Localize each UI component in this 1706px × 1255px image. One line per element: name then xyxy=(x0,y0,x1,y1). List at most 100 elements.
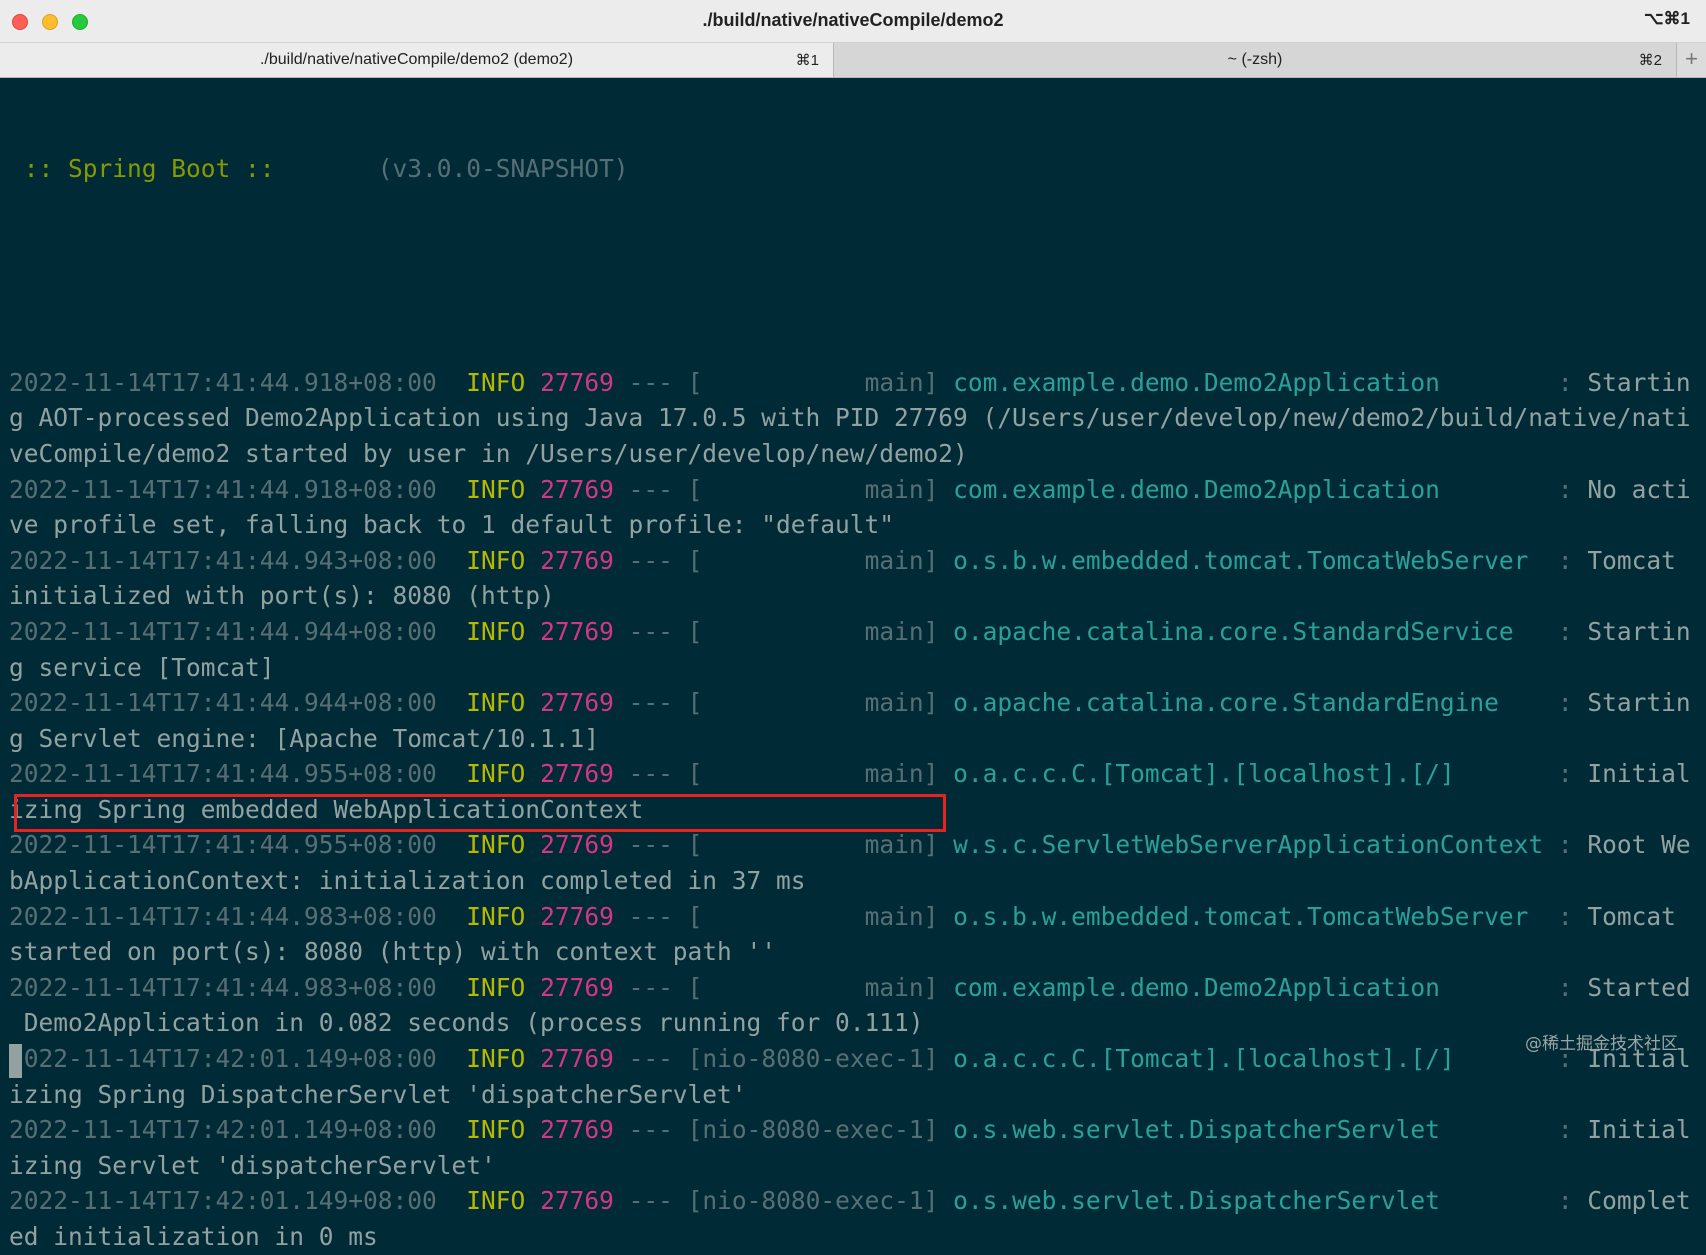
log-continuation: initialized with port(s): 8080 (http) xyxy=(9,578,1699,614)
log-continuation: bApplicationContext: initialization comp… xyxy=(9,863,1699,899)
log-entry: 2022-11-14T17:41:44.918+08:00 INFO 27769… xyxy=(9,365,1699,401)
log-separator: --- [ xyxy=(613,901,703,931)
log-entry: 2022-11-14T17:42:01.149+08:00 INFO 27769… xyxy=(9,1112,1699,1148)
log-level: INFO xyxy=(466,688,526,718)
new-tab-button[interactable]: + xyxy=(1677,43,1706,77)
log-separator: --- [ xyxy=(613,688,703,718)
log-separator: --- [ xyxy=(613,1186,703,1216)
log-entry: 2022-11-14T17:41:44.955+08:00 INFO 27769… xyxy=(9,827,1699,863)
log-entry: 2022-11-14T17:42:01.149+08:00 INFO 27769… xyxy=(9,1183,1699,1219)
log-continuation: g Servlet engine: [Apache Tomcat/10.1.1] xyxy=(9,721,1699,757)
log-entry: 2022-11-14T17:41:44.918+08:00 INFO 27769… xyxy=(9,472,1699,508)
log-thread: main] xyxy=(702,972,939,1002)
log-level: INFO xyxy=(466,545,526,575)
log-entry: 2022-11-14T17:41:44.983+08:00 INFO 27769… xyxy=(9,970,1699,1006)
log-timestamp: 2022-11-14T17:42:01.149+08:00 xyxy=(9,1044,437,1074)
banner-version: (v3.0.0-SNAPSHOT) xyxy=(289,154,629,184)
log-message-head: Startin xyxy=(1587,688,1691,718)
log-separator: --- [ xyxy=(613,972,703,1002)
banner-name: :: Spring Boot :: xyxy=(9,154,290,184)
terminal-window: ./build/native/nativeCompile/demo2 ⌥⌘1 .… xyxy=(0,0,1706,1251)
log-separator: --- [ xyxy=(613,1115,703,1145)
log-separator: --- [ xyxy=(613,616,703,646)
log-pid: 27769 xyxy=(540,972,614,1002)
log-message-head: Initial xyxy=(1587,759,1691,789)
log-message-head: Tomcat xyxy=(1587,901,1691,931)
log-continuation: veCompile/demo2 started by user in /User… xyxy=(9,436,1699,472)
log-entry: 2022-11-14T17:41:44.944+08:00 INFO 27769… xyxy=(9,685,1699,721)
log-level: INFO xyxy=(466,1186,526,1216)
log-thread: main] xyxy=(702,367,939,397)
log-entry: 2022-11-14T17:41:44.943+08:00 INFO 27769… xyxy=(9,543,1699,579)
log-message-tail: ed initialization in 0 ms xyxy=(9,1222,378,1251)
log-level: INFO xyxy=(466,1044,526,1074)
log-level: INFO xyxy=(466,830,526,860)
log-continuation: ve profile set, falling back to 1 defaul… xyxy=(9,507,1699,543)
highlight-annotation xyxy=(14,794,946,832)
tab-bar: ./build/native/nativeCompile/demo2 (demo… xyxy=(0,43,1706,78)
log-level: INFO xyxy=(466,759,526,789)
log-logger: com.example.demo.Demo2Application xyxy=(953,367,1440,397)
log-pid: 27769 xyxy=(540,545,614,575)
log-continuation: Demo2Application in 0.082 seconds (proce… xyxy=(9,1005,1699,1041)
title-bar: ./build/native/nativeCompile/demo2 ⌥⌘1 xyxy=(0,0,1706,43)
log-message-tail: ve profile set, falling back to 1 defaul… xyxy=(9,510,895,540)
log-timestamp: 2022-11-14T17:41:44.955+08:00 xyxy=(9,759,437,789)
log-level: INFO xyxy=(466,474,526,504)
log-message-head: Tomcat xyxy=(1587,545,1691,575)
log-level: INFO xyxy=(466,367,526,397)
log-thread: nio-8080-exec-1] xyxy=(702,1115,939,1145)
log-pad: : xyxy=(1513,616,1588,646)
log-message-tail: Demo2Application in 0.082 seconds (proce… xyxy=(9,1008,924,1038)
log-pid: 27769 xyxy=(540,1044,614,1074)
log-timestamp: 2022-11-14T17:41:44.943+08:00 xyxy=(9,545,437,575)
log-separator: --- [ xyxy=(613,1044,703,1074)
log-logger: o.s.web.servlet.DispatcherServlet xyxy=(953,1115,1440,1145)
log-pad: : xyxy=(1439,474,1588,504)
log-pid: 27769 xyxy=(540,474,614,504)
log-message-tail: g service [Tomcat] xyxy=(9,652,275,682)
log-thread: main] xyxy=(702,901,939,931)
log-continuation: ed initialization in 0 ms xyxy=(9,1219,1699,1255)
log-pid: 27769 xyxy=(540,1186,614,1216)
watermark: @稀土掘金技术社区 xyxy=(1525,1034,1678,1054)
log-logger: o.apache.catalina.core.StandardService xyxy=(953,616,1514,646)
log-timestamp: 2022-11-14T17:41:44.983+08:00 xyxy=(9,972,437,1002)
log-timestamp: 2022-11-14T17:41:44.918+08:00 xyxy=(9,474,437,504)
log-pid: 27769 xyxy=(540,759,614,789)
log-level: INFO xyxy=(466,901,526,931)
tab-demo2[interactable]: ./build/native/nativeCompile/demo2 (demo… xyxy=(0,43,834,77)
log-separator: --- [ xyxy=(613,474,703,504)
log-message-tail: bApplicationContext: initialization comp… xyxy=(9,866,806,896)
log-pid: 27769 xyxy=(540,688,614,718)
log-pid: 27769 xyxy=(540,830,614,860)
log-logger: o.s.b.w.embedded.tomcat.TomcatWebServer xyxy=(953,901,1529,931)
log-level: INFO xyxy=(466,616,526,646)
log-pad: : xyxy=(1498,688,1588,718)
log-thread: nio-8080-exec-1] xyxy=(702,1044,939,1074)
log-timestamp: 2022-11-14T17:41:44.944+08:00 xyxy=(9,688,437,718)
log-pad: : xyxy=(1528,901,1588,931)
log-message-tail: g AOT-processed Demo2Application using J… xyxy=(9,403,1691,433)
tab-zsh[interactable]: ~ (-zsh) ⌘2 xyxy=(834,43,1677,77)
log-continuation: izing Servlet 'dispatcherServlet' xyxy=(9,1148,1699,1184)
log-logger: com.example.demo.Demo2Application xyxy=(953,972,1440,1002)
log-pad: : xyxy=(1439,972,1588,1002)
log-message-head: Initial xyxy=(1587,1115,1691,1145)
log-message-head: Startin xyxy=(1587,367,1691,397)
terminal-output[interactable]: :: Spring Boot :: (v3.0.0-SNAPSHOT) 2022… xyxy=(9,80,1699,1251)
log-message-tail: izing Servlet 'dispatcherServlet' xyxy=(9,1150,496,1180)
log-message-head: Complet xyxy=(1587,1186,1691,1216)
log-level: INFO xyxy=(466,972,526,1002)
log-pad: : xyxy=(1439,1115,1588,1145)
log-logger: o.s.b.w.embedded.tomcat.TomcatWebServer xyxy=(953,545,1529,575)
log-message-tail: izing Spring DispatcherServlet 'dispatch… xyxy=(9,1079,747,1109)
log-separator: --- [ xyxy=(613,545,703,575)
log-separator: --- [ xyxy=(613,367,703,397)
log-pad: : xyxy=(1528,545,1588,575)
log-pad: : xyxy=(1439,1186,1588,1216)
log-continuation: izing Spring DispatcherServlet 'dispatch… xyxy=(9,1077,1699,1113)
log-timestamp: 2022-11-14T17:41:44.955+08:00 xyxy=(9,830,437,860)
log-continuation: g AOT-processed Demo2Application using J… xyxy=(9,400,1699,436)
log-continuation: g service [Tomcat] xyxy=(9,650,1699,686)
